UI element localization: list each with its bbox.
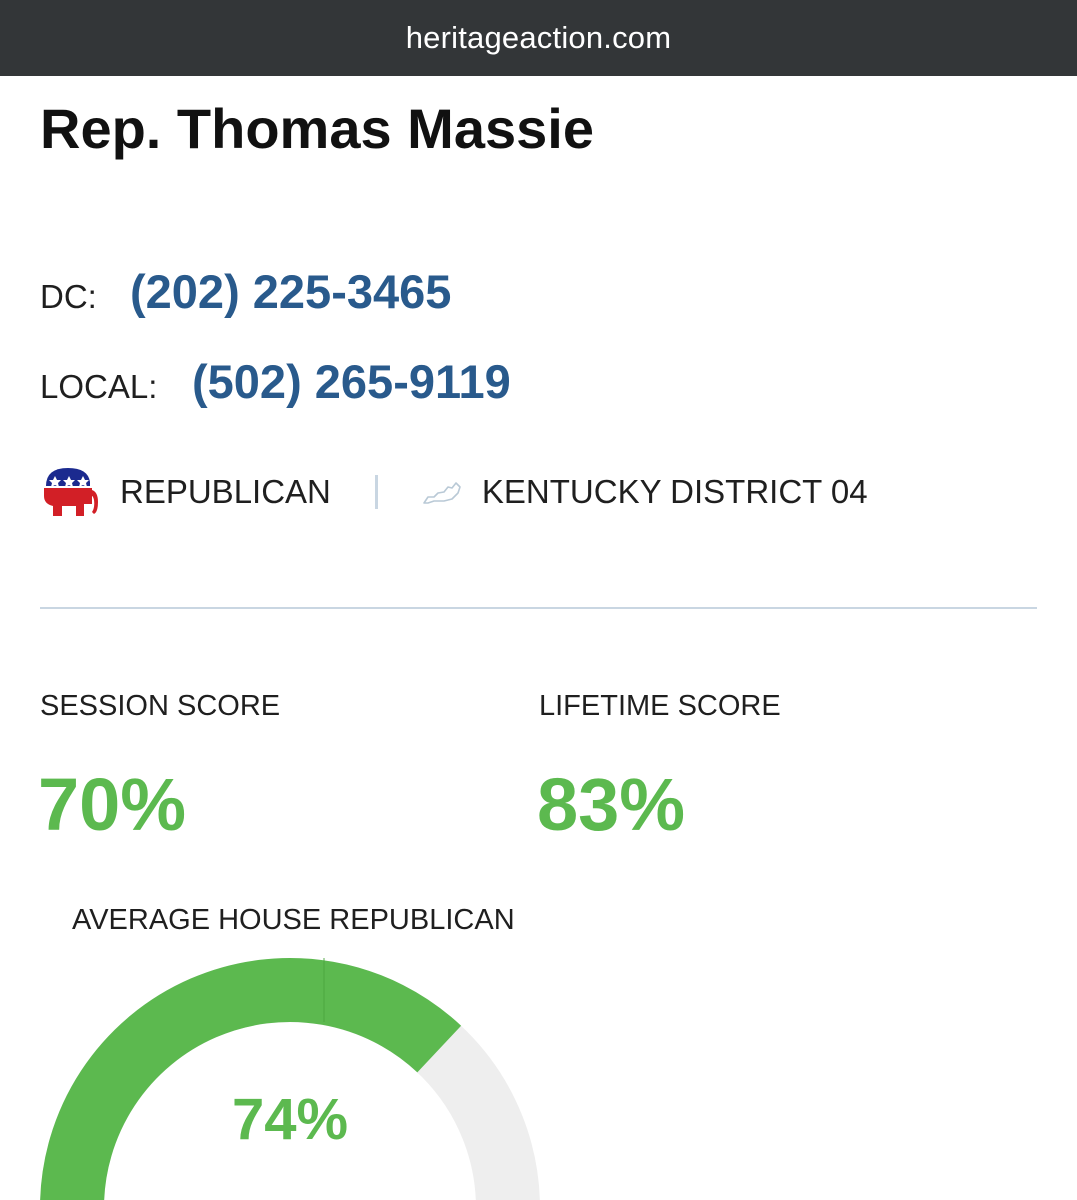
url-text: heritageaction.com xyxy=(405,20,672,55)
session-score-label: SESSION SCORE xyxy=(40,690,281,722)
page-title: Rep. Thomas Massie xyxy=(40,97,594,160)
dc-phone-row: DC: (202) 225-3465 xyxy=(40,264,451,319)
member-meta-row: REPUBLICAN KENTUCKY DISTRICT 04 xyxy=(40,466,868,518)
district-label: KENTUCKY DISTRICT 04 xyxy=(481,473,868,510)
republican-elephant-icon xyxy=(44,468,98,516)
dc-phone-link[interactable]: (202) 225-3465 xyxy=(130,264,451,319)
local-phone-link[interactable]: (502) 265-9119 xyxy=(192,354,511,409)
local-phone-row: LOCAL: (502) 265-9119 xyxy=(40,354,511,409)
local-phone-label: LOCAL: xyxy=(40,368,158,405)
average-house-republican-label: AVERAGE HOUSE REPUBLICAN xyxy=(72,904,515,936)
lifetime-score-value: 83% xyxy=(537,763,686,846)
average-score-value: 74% xyxy=(231,1087,349,1152)
browser-url-bar[interactable]: heritageaction.com xyxy=(0,0,1077,76)
lifetime-score-label: LIFETIME SCORE xyxy=(539,690,781,722)
average-score-gauge xyxy=(40,958,540,1200)
party-label: REPUBLICAN xyxy=(120,473,331,510)
kentucky-state-outline-icon xyxy=(423,482,461,504)
member-profile-page: Rep. Thomas Massie DC: (202) 225-3465 LO… xyxy=(0,76,1077,1200)
meta-separator xyxy=(374,475,378,509)
session-score-value: 70% xyxy=(38,763,187,846)
section-divider xyxy=(40,607,1037,609)
dc-phone-label: DC: xyxy=(40,278,97,315)
